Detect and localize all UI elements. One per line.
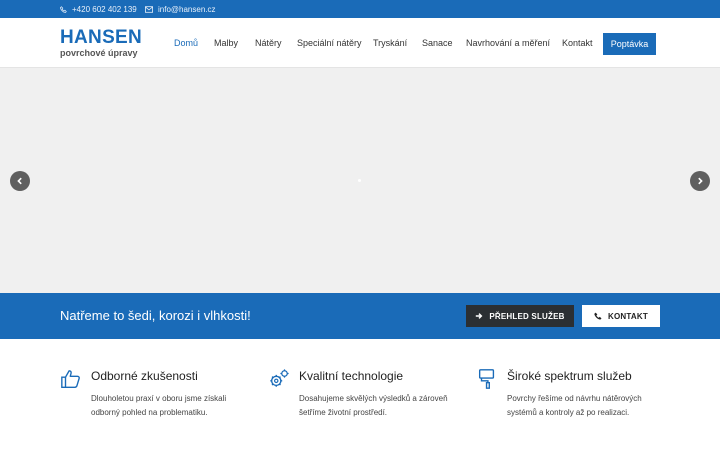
email-address: info@hansen.cz: [158, 4, 216, 14]
services-overview-button[interactable]: PŘEHLED SLUŽEB: [466, 305, 574, 327]
contact-label: KONTAKT: [608, 311, 648, 321]
paint-roller-icon: [478, 369, 495, 389]
hero-slider: [0, 68, 720, 293]
nav-item-natery[interactable]: Nátěry: [255, 18, 282, 68]
feature-title: Široké spektrum služeb: [507, 369, 632, 383]
arrow-right-icon: [476, 313, 483, 319]
feature-title: Kvalitní technologie: [299, 369, 404, 383]
nav-item-domu[interactable]: Domů: [174, 18, 198, 68]
email-link[interactable]: info@hansen.cz: [145, 0, 216, 18]
chevron-right-icon: [698, 177, 703, 185]
nav-item-kontakt[interactable]: Kontakt: [562, 18, 593, 68]
cta-banner: Natřeme to šedi, korozi i vlhkosti! PŘEH…: [0, 293, 720, 339]
nav-item-tryskani[interactable]: Tryskání: [373, 18, 407, 68]
phone-icon: [594, 312, 602, 320]
feature-description: Dlouholetou praxí v oboru jsme získali o…: [91, 394, 227, 417]
slider-next-button[interactable]: [690, 171, 710, 191]
feature-description: Povrchy řešíme od návrhu nátěrových syst…: [507, 394, 642, 417]
top-contact-bar: +420 602 402 139 info@hansen.cz: [0, 0, 720, 18]
main-nav: Domů Malby Nátěry Speciální nátěry Trysk…: [0, 18, 720, 68]
nav-item-specialni-natery[interactable]: Speciální nátěry: [297, 18, 362, 68]
nav-item-malby[interactable]: Malby: [214, 18, 238, 68]
nav-item-sanace[interactable]: Sanace: [422, 18, 453, 68]
phone-icon: [60, 5, 67, 13]
chevron-left-icon: [17, 177, 22, 185]
inquiry-button[interactable]: Poptávka: [603, 33, 656, 55]
nav-item-navrhovani[interactable]: Navrhování a měření: [466, 18, 550, 68]
envelope-icon: [145, 5, 153, 13]
thumbs-up-icon: [61, 370, 80, 388]
feature-title: Odborné zkušenosti: [91, 369, 198, 383]
slider-prev-button[interactable]: [10, 171, 30, 191]
gears-icon: [270, 369, 289, 387]
site-header: HANSEN povrchové úpravy Domů Malby Nátěr…: [0, 18, 720, 68]
services-overview-label: PŘEHLED SLUŽEB: [489, 311, 565, 321]
contact-button[interactable]: KONTAKT: [582, 305, 660, 327]
phone-link[interactable]: +420 602 402 139: [60, 0, 137, 18]
feature-description: Dosahujeme skvělých výsledků a zároveň š…: [299, 394, 448, 417]
phone-number: +420 602 402 139: [72, 4, 137, 14]
slide-indicator[interactable]: [358, 179, 361, 182]
banner-headline: Natřeme to šedi, korozi i vlhkosti!: [60, 308, 251, 323]
